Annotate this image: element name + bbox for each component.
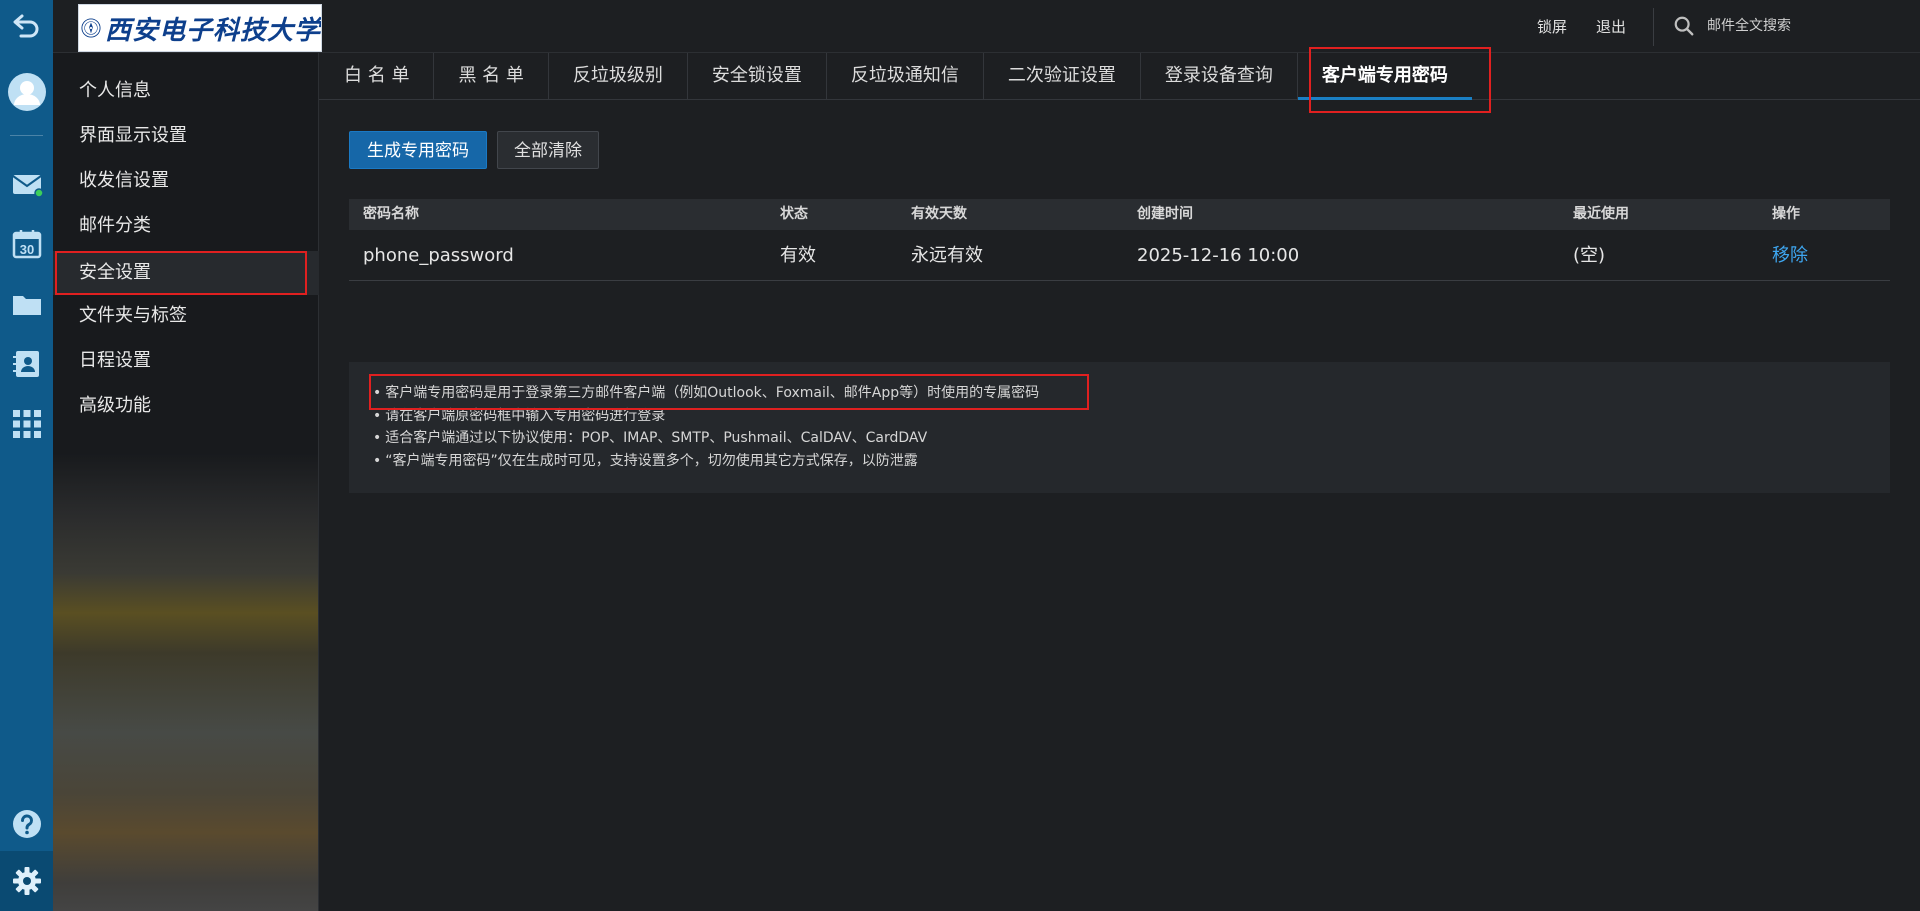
help-icon[interactable] [0,798,53,850]
cell-last-used: (空) [1573,245,1606,266]
cell-created: 2025-12-16 10:00 [1137,245,1300,266]
sidebar-item-folders-tags[interactable]: 文件夹与标签 [53,294,319,338]
cell-status: 有效 [780,245,816,266]
tab-antispam-notice[interactable]: 反垃圾通知信 [827,53,984,99]
university-seal-icon [81,18,101,38]
logout-link[interactable]: 退出 [1596,16,1626,37]
note-item: • 客户端专用密码是用于登录第三方邮件客户端（例如Outlook、Foxmail、… [373,385,1040,401]
sidebar-item-personal-info[interactable]: 个人信息 [53,69,319,113]
avatar[interactable] [0,66,53,118]
mail-icon[interactable] [0,158,53,210]
table-header: 密码名称 状态 有效天数 创建时间 最近使用 操作 [349,199,1890,230]
tab-login-devices[interactable]: 登录设备查询 [1141,53,1298,99]
sidebar-item-security[interactable]: 安全设置 [53,251,319,295]
note-item: • “客户端专用密码”仅在生成时可见，支持设置多个，切勿使用其它方式保存，以防泄露 [373,452,918,469]
logo-text: 西安电子科技大学 [104,15,321,46]
back-icon[interactable] [0,0,53,52]
password-table: 密码名称 状态 有效天数 创建时间 最近使用 操作 phone_password… [349,199,1890,281]
note-item: • 请在客户端原密码框中输入专用密码进行登录 [373,407,666,424]
sidebar-item-display[interactable]: 界面显示设置 [53,114,319,158]
app-rail: 30 [0,0,53,911]
gear-icon[interactable] [0,855,53,907]
col-name-header: 密码名称 [363,206,419,222]
search-icon[interactable] [1673,15,1695,37]
table-row: phone_password 有效 永远有效 2025-12-16 10:00 … [349,230,1890,281]
cell-name: phone_password [363,245,514,266]
topbar-divider [1653,8,1654,46]
apps-grid-icon[interactable] [0,398,53,450]
col-last-used-header: 最近使用 [1573,206,1629,222]
sidebar-item-advanced[interactable]: 高级功能 [53,384,319,428]
remove-link[interactable]: 移除 [1772,230,1808,281]
tab-security-lock[interactable]: 安全锁设置 [688,53,827,99]
university-logo[interactable]: 西安电子科技大学 [78,4,322,52]
sidebar-item-mail-category[interactable]: 邮件分类 [53,204,319,248]
calendar-icon[interactable]: 30 [0,218,53,270]
search-input[interactable] [1705,17,1895,35]
note-item: • 适合客户端通过以下协议使用：POP、IMAP、SMTP、Pushmail、Ca… [373,430,928,446]
main-content: 白 名 单 黑 名 单 反垃圾级别 安全锁设置 反垃圾通知信 二次验证设置 登录… [319,47,1920,911]
settings-sidebar: 个人信息 界面显示设置 收发信设置 邮件分类 安全设置 文件夹与标签 日程设置 … [53,53,319,911]
col-operation-header: 操作 [1772,206,1800,222]
rail-divider [10,135,43,136]
security-tabs: 白 名 单 黑 名 单 反垃圾级别 安全锁设置 反垃圾通知信 二次验证设置 登录… [319,47,1920,113]
lock-screen-link[interactable]: 锁屏 [1537,16,1567,37]
tab-client-password[interactable]: 客户端专用密码 [1297,53,1472,100]
tab-two-factor[interactable]: 二次验证设置 [984,53,1141,99]
tab-whitelist[interactable]: 白 名 单 [319,53,435,99]
tab-antispam-level[interactable]: 反垃圾级别 [549,53,688,99]
folder-icon[interactable] [0,278,53,330]
cell-valid-days: 永远有效 [911,245,983,266]
tab-blacklist[interactable]: 黑 名 单 [434,53,549,99]
clear-all-button[interactable]: 全部清除 [497,131,599,169]
col-created-header: 创建时间 [1137,206,1193,222]
fulltext-search[interactable] [1673,10,1913,42]
sidebar-item-send-receive[interactable]: 收发信设置 [53,159,319,203]
col-valid-days-header: 有效天数 [911,206,967,222]
calendar-day: 30 [19,242,33,257]
col-status-header: 状态 [780,206,808,222]
help-notes: • 客户端专用密码是用于登录第三方邮件客户端（例如Outlook、Foxmail、… [349,362,1890,493]
top-bar: 西安电子科技大学 锁屏 退出 [53,0,1920,53]
contacts-icon[interactable] [0,338,53,390]
sidebar-item-schedule[interactable]: 日程设置 [53,339,319,383]
generate-password-button[interactable]: 生成专用密码 [349,131,487,169]
